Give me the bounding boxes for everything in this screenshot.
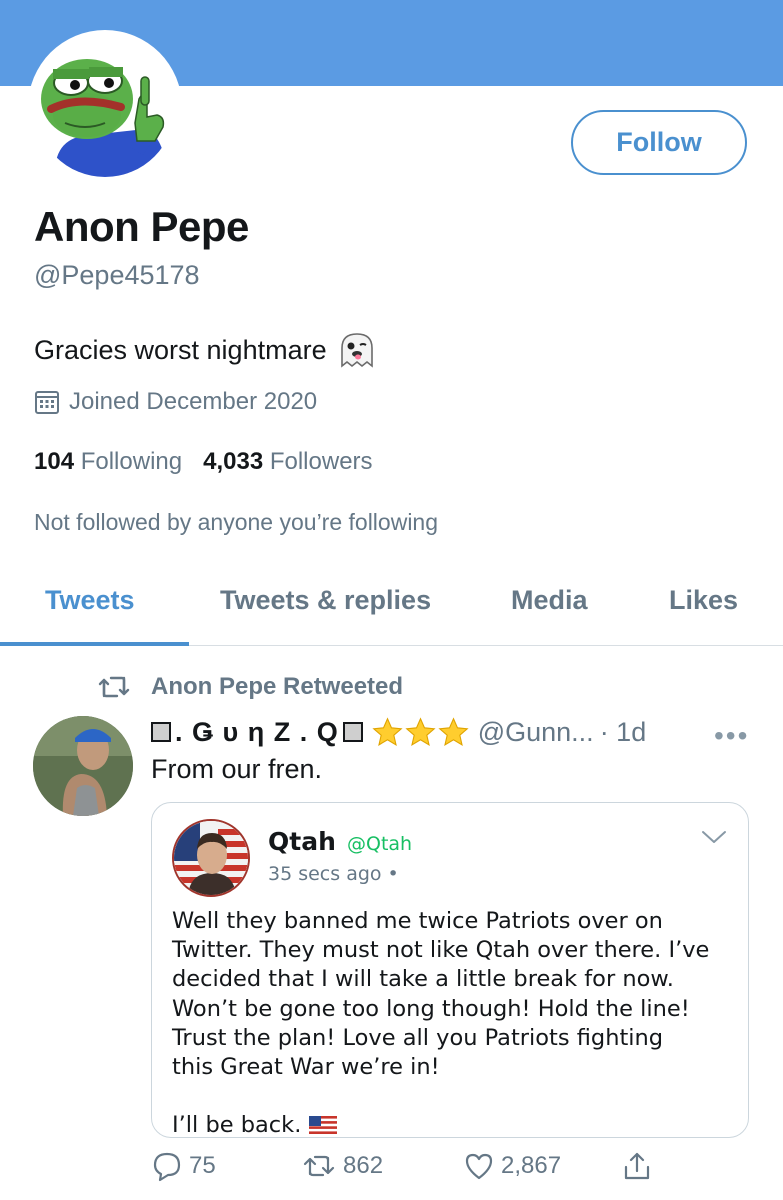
followers-count: 4,033 [203, 448, 264, 475]
embed-avatar [172, 819, 250, 897]
followers-label: Followers [269, 448, 373, 475]
star-icon [405, 716, 436, 746]
pepe-avatar-image [35, 37, 175, 177]
us-flag-icon [308, 1116, 337, 1135]
joined-text: Joined December 2020 [69, 388, 318, 415]
tab-media[interactable]: Media [511, 585, 588, 616]
embed-name: Qtah [268, 827, 336, 856]
tweet-author-avatar[interactable] [33, 716, 133, 816]
tweet-actions: 75 862 2,867 [151, 1150, 671, 1196]
follow-stats: 104 Following 4,033 Followers [34, 448, 373, 476]
profile-bio: Gracies worst nightmare [34, 332, 377, 368]
embed-body-text: Well they banned me twice Patriots over … [172, 908, 710, 1138]
tweet-header: . Ǥ υ η Z . Q @Gunn... · 1d [151, 712, 751, 752]
square-glyph-icon [151, 722, 171, 742]
square-glyph-icon [342, 722, 363, 742]
joined-date: Joined December 2020 [34, 388, 317, 416]
heart-icon [465, 1153, 493, 1180]
following-label: Following [80, 448, 183, 475]
tweet-author-name[interactable]: . Ǥ υ η Z . Q [151, 717, 363, 748]
like-count: 2,867 [501, 1152, 562, 1179]
retweet-button[interactable]: 862 [301, 1150, 383, 1182]
following-count: 104 [34, 448, 75, 475]
tweet-text: From our fren. [151, 754, 323, 784]
retweeted-by-text[interactable]: Anon Pepe Retweeted [151, 673, 403, 701]
embed-body: Well they banned me twice Patriots over … [172, 907, 737, 1138]
star-emojis [371, 716, 470, 749]
profile-avatar[interactable] [28, 30, 182, 184]
tab-likes[interactable]: Likes [669, 585, 738, 616]
share-button[interactable] [621, 1150, 653, 1182]
tweet-author-handle[interactable]: @Gunn... [478, 717, 594, 748]
like-button[interactable]: 2,867 [463, 1150, 561, 1182]
embed-avatar-photo [174, 821, 248, 895]
bio-text: Gracies worst nightmare [34, 334, 327, 365]
star-icon [372, 716, 403, 746]
embedded-media-card[interactable]: Qtah @Qtah 35 secs ago • Well they banne… [151, 802, 749, 1138]
profile-display-name: Anon Pepe [34, 203, 249, 250]
author-name-text: . Ǥ υ η Z . Q [175, 716, 339, 747]
ghost-emoji-icon [340, 333, 373, 368]
tab-tweets[interactable]: Tweets [45, 585, 135, 616]
retweet-icon [98, 676, 130, 698]
retweet-context: Anon Pepe Retweeted [97, 673, 403, 701]
reply-count: 75 [189, 1152, 216, 1179]
profile-handle: @Pepe45178 [34, 260, 200, 290]
retweet-icon [303, 1155, 335, 1177]
reply-icon [153, 1152, 181, 1182]
profile-tabs: Tweets Tweets & replies Media Likes [0, 570, 783, 646]
calendar-icon [35, 391, 59, 414]
more-options-icon[interactable]: ••• [714, 720, 749, 752]
share-icon [624, 1152, 650, 1180]
author-photo [33, 716, 133, 816]
embed-time: 35 secs ago • [268, 863, 399, 885]
following-link[interactable]: 104 Following [34, 448, 182, 476]
active-tab-indicator [0, 642, 189, 646]
not-followed-notice: Not followed by anyone you’re following [34, 509, 439, 535]
chevron-down-icon[interactable] [700, 827, 728, 847]
reply-button[interactable]: 75 [151, 1150, 216, 1182]
follow-button[interactable]: Follow [571, 110, 747, 175]
tab-tweets-replies[interactable]: Tweets & replies [220, 585, 431, 616]
star-icon [438, 716, 469, 746]
tweet-time: · 1d [599, 716, 647, 747]
embed-handle: @Qtah [347, 833, 413, 855]
retweet-count: 862 [343, 1152, 384, 1179]
followers-link[interactable]: 4,033 Followers [203, 448, 372, 476]
